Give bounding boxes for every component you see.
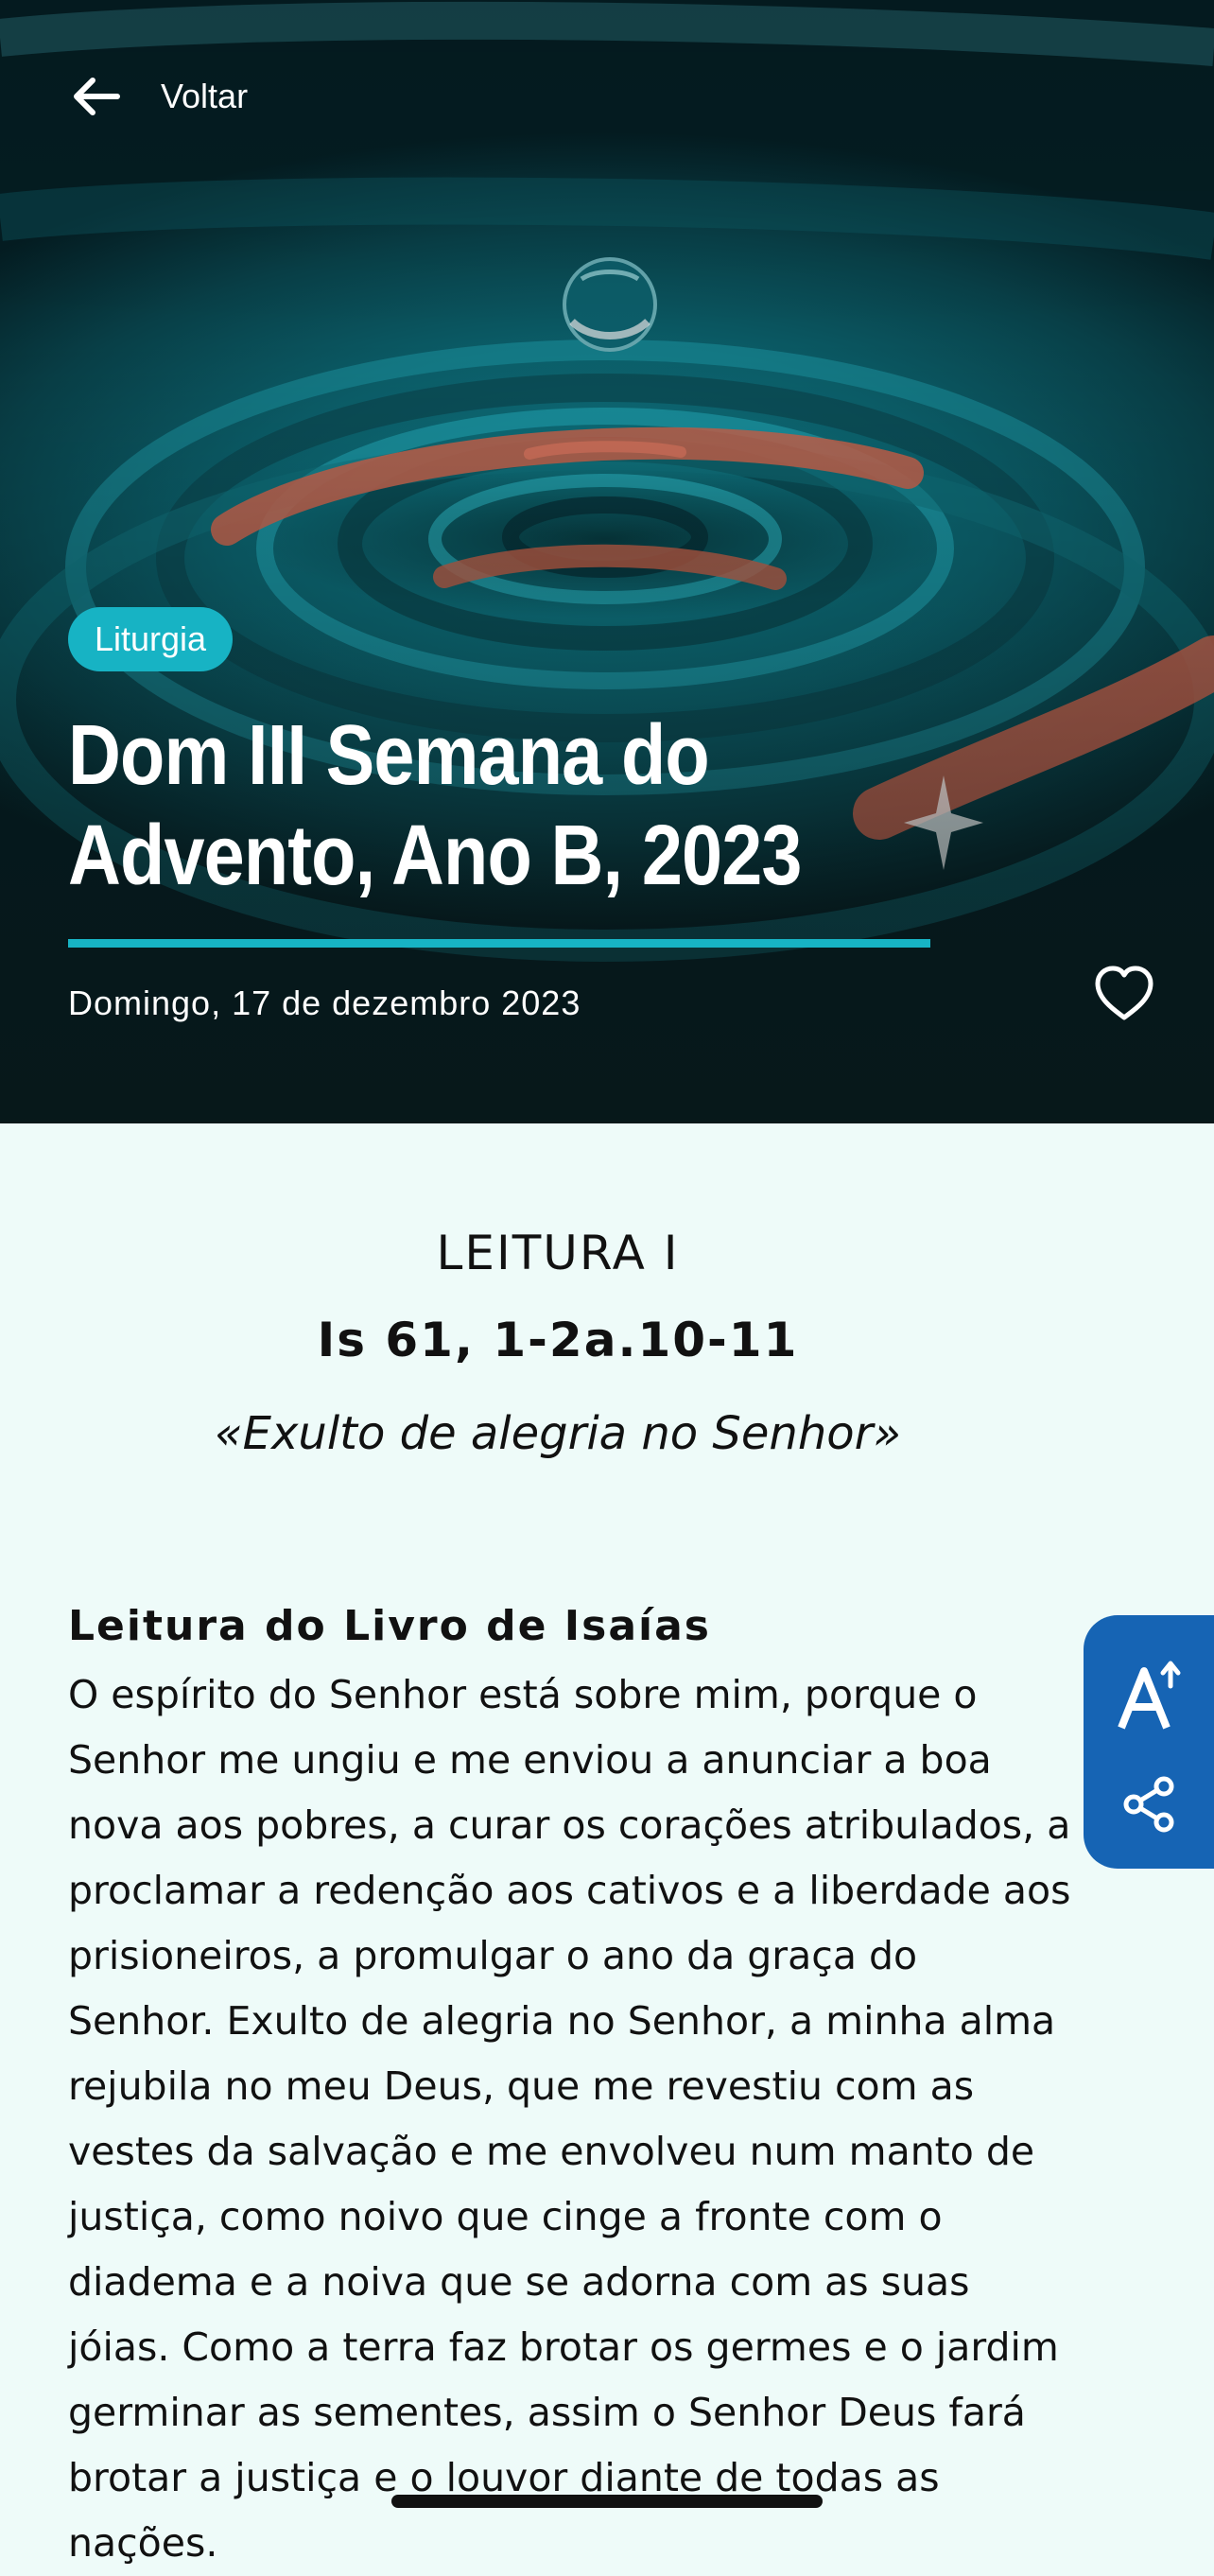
category-chip: Liturgia <box>68 607 234 671</box>
hero-shade-overlay <box>0 0 1214 1123</box>
reading-quote: «Exulto de alegria no Senhor» <box>215 1407 901 1460</box>
text-size-increase-icon <box>1118 1661 1181 1730</box>
share-button[interactable] <box>1084 1767 1214 1842</box>
reading-actions-panel <box>1084 1615 1214 1869</box>
reading-body-text: O espírito do Senhor está sobre mim, por… <box>68 1672 1071 2566</box>
share-icon <box>1123 1776 1174 1833</box>
arrow-left-icon <box>74 78 120 115</box>
page-title: Dom III Semana do Advento, Ano B, 2023 <box>68 705 881 906</box>
home-indicator[interactable] <box>391 2495 823 2508</box>
title-underline <box>68 939 930 948</box>
reading-book-title: Leitura do Livro de Isaías <box>68 1602 711 1650</box>
reading-label: LEITURA I <box>436 1226 680 1280</box>
title-line-1: Dom III Semana do <box>68 708 710 803</box>
back-button[interactable]: Voltar <box>68 66 248 127</box>
publication-date: Domingo, 17 de dezembro 2023 <box>68 983 581 1022</box>
hero-banner: Voltar Liturgia Dom III Semana do Advent… <box>0 0 1214 1123</box>
heart-outline-icon[interactable] <box>1093 963 1155 1025</box>
reading-reference: Is 61, 1-2a.10-11 <box>317 1313 799 1367</box>
title-line-2: Advento, Ano B, 2023 <box>68 809 802 903</box>
text-size-button[interactable] <box>1084 1653 1214 1738</box>
back-label: Voltar <box>161 77 249 115</box>
reading-content: LEITURA I Is 61, 1-2a.10-11 «Exulto de a… <box>0 1123 1214 2566</box>
